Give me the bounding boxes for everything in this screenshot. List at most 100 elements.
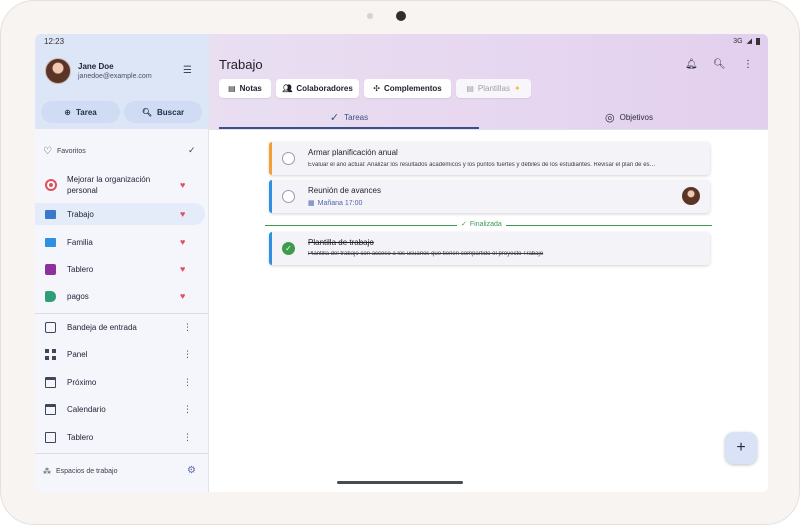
sensor bbox=[367, 13, 373, 19]
workspaces-label: Espacios de trabajo bbox=[56, 468, 118, 475]
chip-label: Plantillas bbox=[477, 84, 510, 93]
more-icon[interactable]: ⋮ bbox=[183, 377, 192, 388]
favorites-label: Favoritos bbox=[56, 148, 86, 155]
template-icon: ▤ bbox=[466, 84, 474, 93]
sidebar-item-mejorar[interactable]: Mejorar la organización personal ♥ bbox=[35, 173, 209, 197]
calendar-icon: ▦ bbox=[308, 200, 315, 207]
more-icon[interactable]: ⋮ bbox=[183, 432, 192, 443]
notification-bell-icon[interactable]: 🔔︎ bbox=[685, 59, 698, 70]
status-time: 12:23 bbox=[44, 37, 65, 46]
search-icon: 🔍︎ bbox=[141, 107, 153, 117]
chip-complementos[interactable]: ✣ Complementos bbox=[364, 79, 451, 98]
chip-colaboradores[interactable]: 👥︎ Colaboradores bbox=[276, 79, 359, 98]
search-label: Buscar bbox=[157, 107, 185, 117]
favorite-remove-icon[interactable]: ♥ bbox=[180, 180, 185, 190]
user-name: Jane Doe bbox=[78, 62, 114, 71]
puzzle-icon: ✣ bbox=[373, 84, 380, 93]
sidebar-item-tablero-fav[interactable]: Tablero ♥ bbox=[35, 258, 209, 280]
task-description: Plantilla del trabajo con acceso a los u… bbox=[308, 251, 544, 257]
done-label-text: Finalizada bbox=[469, 220, 502, 228]
sidebar-header: 12:23 Jane Doe janedoe@example.com ☰ ⊕ T… bbox=[35, 34, 209, 129]
dashboard-icon bbox=[45, 348, 56, 360]
search-button[interactable]: 🔍︎ Buscar bbox=[124, 101, 202, 123]
tab-tareas[interactable]: ✓ Tareas bbox=[219, 106, 479, 129]
sidebar-item-familia[interactable]: Familia ♥ bbox=[35, 231, 209, 253]
task-title: Armar planificación anual bbox=[308, 148, 398, 157]
done-section-divider: ✓ Finalizada bbox=[265, 220, 712, 232]
more-icon[interactable]: ⋮ bbox=[183, 322, 192, 333]
task-due-date: ▦ Mañana 17:00 bbox=[308, 199, 363, 208]
chip-label: Colaboradores bbox=[296, 84, 353, 93]
check-icon[interactable]: ✓ bbox=[188, 145, 196, 156]
battery-icon bbox=[756, 37, 760, 45]
favorite-remove-icon[interactable]: ♥ bbox=[180, 264, 185, 274]
sidebar-item-label: Calendario bbox=[67, 404, 106, 414]
favorite-remove-icon[interactable]: ♥ bbox=[180, 291, 185, 301]
more-options-icon[interactable]: ⋮ bbox=[743, 59, 753, 70]
task-done-checkbox[interactable]: ✓ bbox=[282, 242, 295, 255]
assignee-avatar[interactable] bbox=[682, 187, 700, 205]
new-task-label: Tarea bbox=[75, 107, 97, 117]
sidebar-item-label: Familia bbox=[67, 237, 93, 247]
sidebar-item-label: Bandeja de entrada bbox=[67, 322, 137, 332]
gesture-home-bar[interactable] bbox=[337, 481, 463, 484]
task-card[interactable]: Reunión de avances ▦ Mañana 17:00 bbox=[269, 180, 710, 213]
sidebar-item-tablero[interactable]: Tablero ⋮ bbox=[35, 426, 209, 448]
tab-objetivos[interactable]: ◎ Objetivos bbox=[499, 106, 759, 129]
task-card[interactable]: Armar planificación anual Evaluar el año… bbox=[269, 142, 710, 175]
more-icon[interactable]: ⋮ bbox=[183, 404, 192, 415]
network-type: 3G bbox=[733, 37, 743, 45]
task-checkbox[interactable] bbox=[282, 190, 295, 203]
sidebar-item-calendario[interactable]: Calendario ⋮ bbox=[35, 398, 209, 420]
target-icon bbox=[45, 179, 57, 191]
target-icon: ◎ bbox=[605, 112, 615, 124]
page-title: Trabajo bbox=[219, 57, 263, 72]
add-task-icon: ⊕ bbox=[64, 107, 71, 117]
task-title: Plantilla de trabajo bbox=[308, 238, 374, 247]
sidebar-item-label: Próximo bbox=[67, 377, 97, 387]
tag-icon bbox=[45, 290, 56, 302]
calendar-icon bbox=[45, 403, 56, 415]
screen: 12:23 Jane Doe janedoe@example.com ☰ ⊕ T… bbox=[35, 34, 768, 492]
divider bbox=[35, 453, 209, 454]
task-checkbox[interactable] bbox=[282, 152, 295, 165]
sidebar-item-label: Tablero bbox=[67, 264, 94, 274]
heart-icon: ♡ bbox=[43, 146, 52, 157]
chip-notas[interactable]: ▤ Notas bbox=[219, 79, 271, 98]
sidebar: 12:23 Jane Doe janedoe@example.com ☰ ⊕ T… bbox=[35, 34, 209, 492]
collapse-menu-icon[interactable]: ☰ bbox=[183, 65, 192, 76]
main-area: 3G ◢ Trabajo 🔔︎ 🔍︎ ⋮ ▤ Notas 👥︎ Colabora… bbox=[209, 34, 768, 492]
board-icon bbox=[45, 263, 56, 275]
calendar-next-icon bbox=[45, 376, 56, 388]
sidebar-item-label: pagos bbox=[67, 291, 89, 301]
task-color-bar bbox=[269, 232, 272, 265]
tabs-divider bbox=[209, 129, 768, 130]
favorite-remove-icon[interactable]: ♥ bbox=[180, 209, 185, 219]
settings-gear-icon[interactable]: ⚙ bbox=[187, 465, 196, 476]
status-indicators: 3G ◢ bbox=[733, 37, 760, 45]
sidebar-item-trabajo[interactable]: Trabajo ♥ bbox=[35, 203, 205, 225]
sidebar-item-panel[interactable]: Panel ⋮ bbox=[35, 343, 209, 365]
done-label: ✓ Finalizada bbox=[457, 220, 506, 228]
sidebar-item-proximo[interactable]: Próximo ⋮ bbox=[35, 371, 209, 393]
workspaces-icon: ⁂ bbox=[43, 467, 51, 476]
chip-plantillas[interactable]: ▤ Plantillas ✦ bbox=[456, 79, 531, 98]
search-icon[interactable]: 🔍︎ bbox=[713, 59, 726, 70]
task-card-done[interactable]: ✓ Plantilla de trabajo Plantilla del tra… bbox=[269, 232, 710, 265]
new-task-button[interactable]: ⊕ Tarea bbox=[41, 101, 120, 123]
sidebar-item-inbox[interactable]: Bandeja de entrada ⋮ bbox=[35, 316, 209, 338]
divider bbox=[35, 313, 209, 314]
task-title: Reunión de avances bbox=[308, 186, 381, 195]
tablet-frame: 12:23 Jane Doe janedoe@example.com ☰ ⊕ T… bbox=[0, 0, 800, 525]
add-task-fab[interactable]: + bbox=[725, 432, 757, 464]
workspaces[interactable]: ⁂ Espacios de trabajo bbox=[43, 467, 117, 476]
task-date-label: Mañana 17:00 bbox=[317, 199, 363, 207]
sidebar-item-pagos[interactable]: pagos ♥ bbox=[35, 285, 209, 307]
camera bbox=[396, 11, 406, 21]
favorite-remove-icon[interactable]: ♥ bbox=[180, 237, 185, 247]
more-icon[interactable]: ⋮ bbox=[183, 349, 192, 360]
avatar[interactable] bbox=[45, 58, 71, 84]
tab-label: Tareas bbox=[344, 113, 369, 122]
note-icon: ▤ bbox=[228, 84, 236, 93]
check-circle-icon: ✓ bbox=[461, 221, 467, 228]
